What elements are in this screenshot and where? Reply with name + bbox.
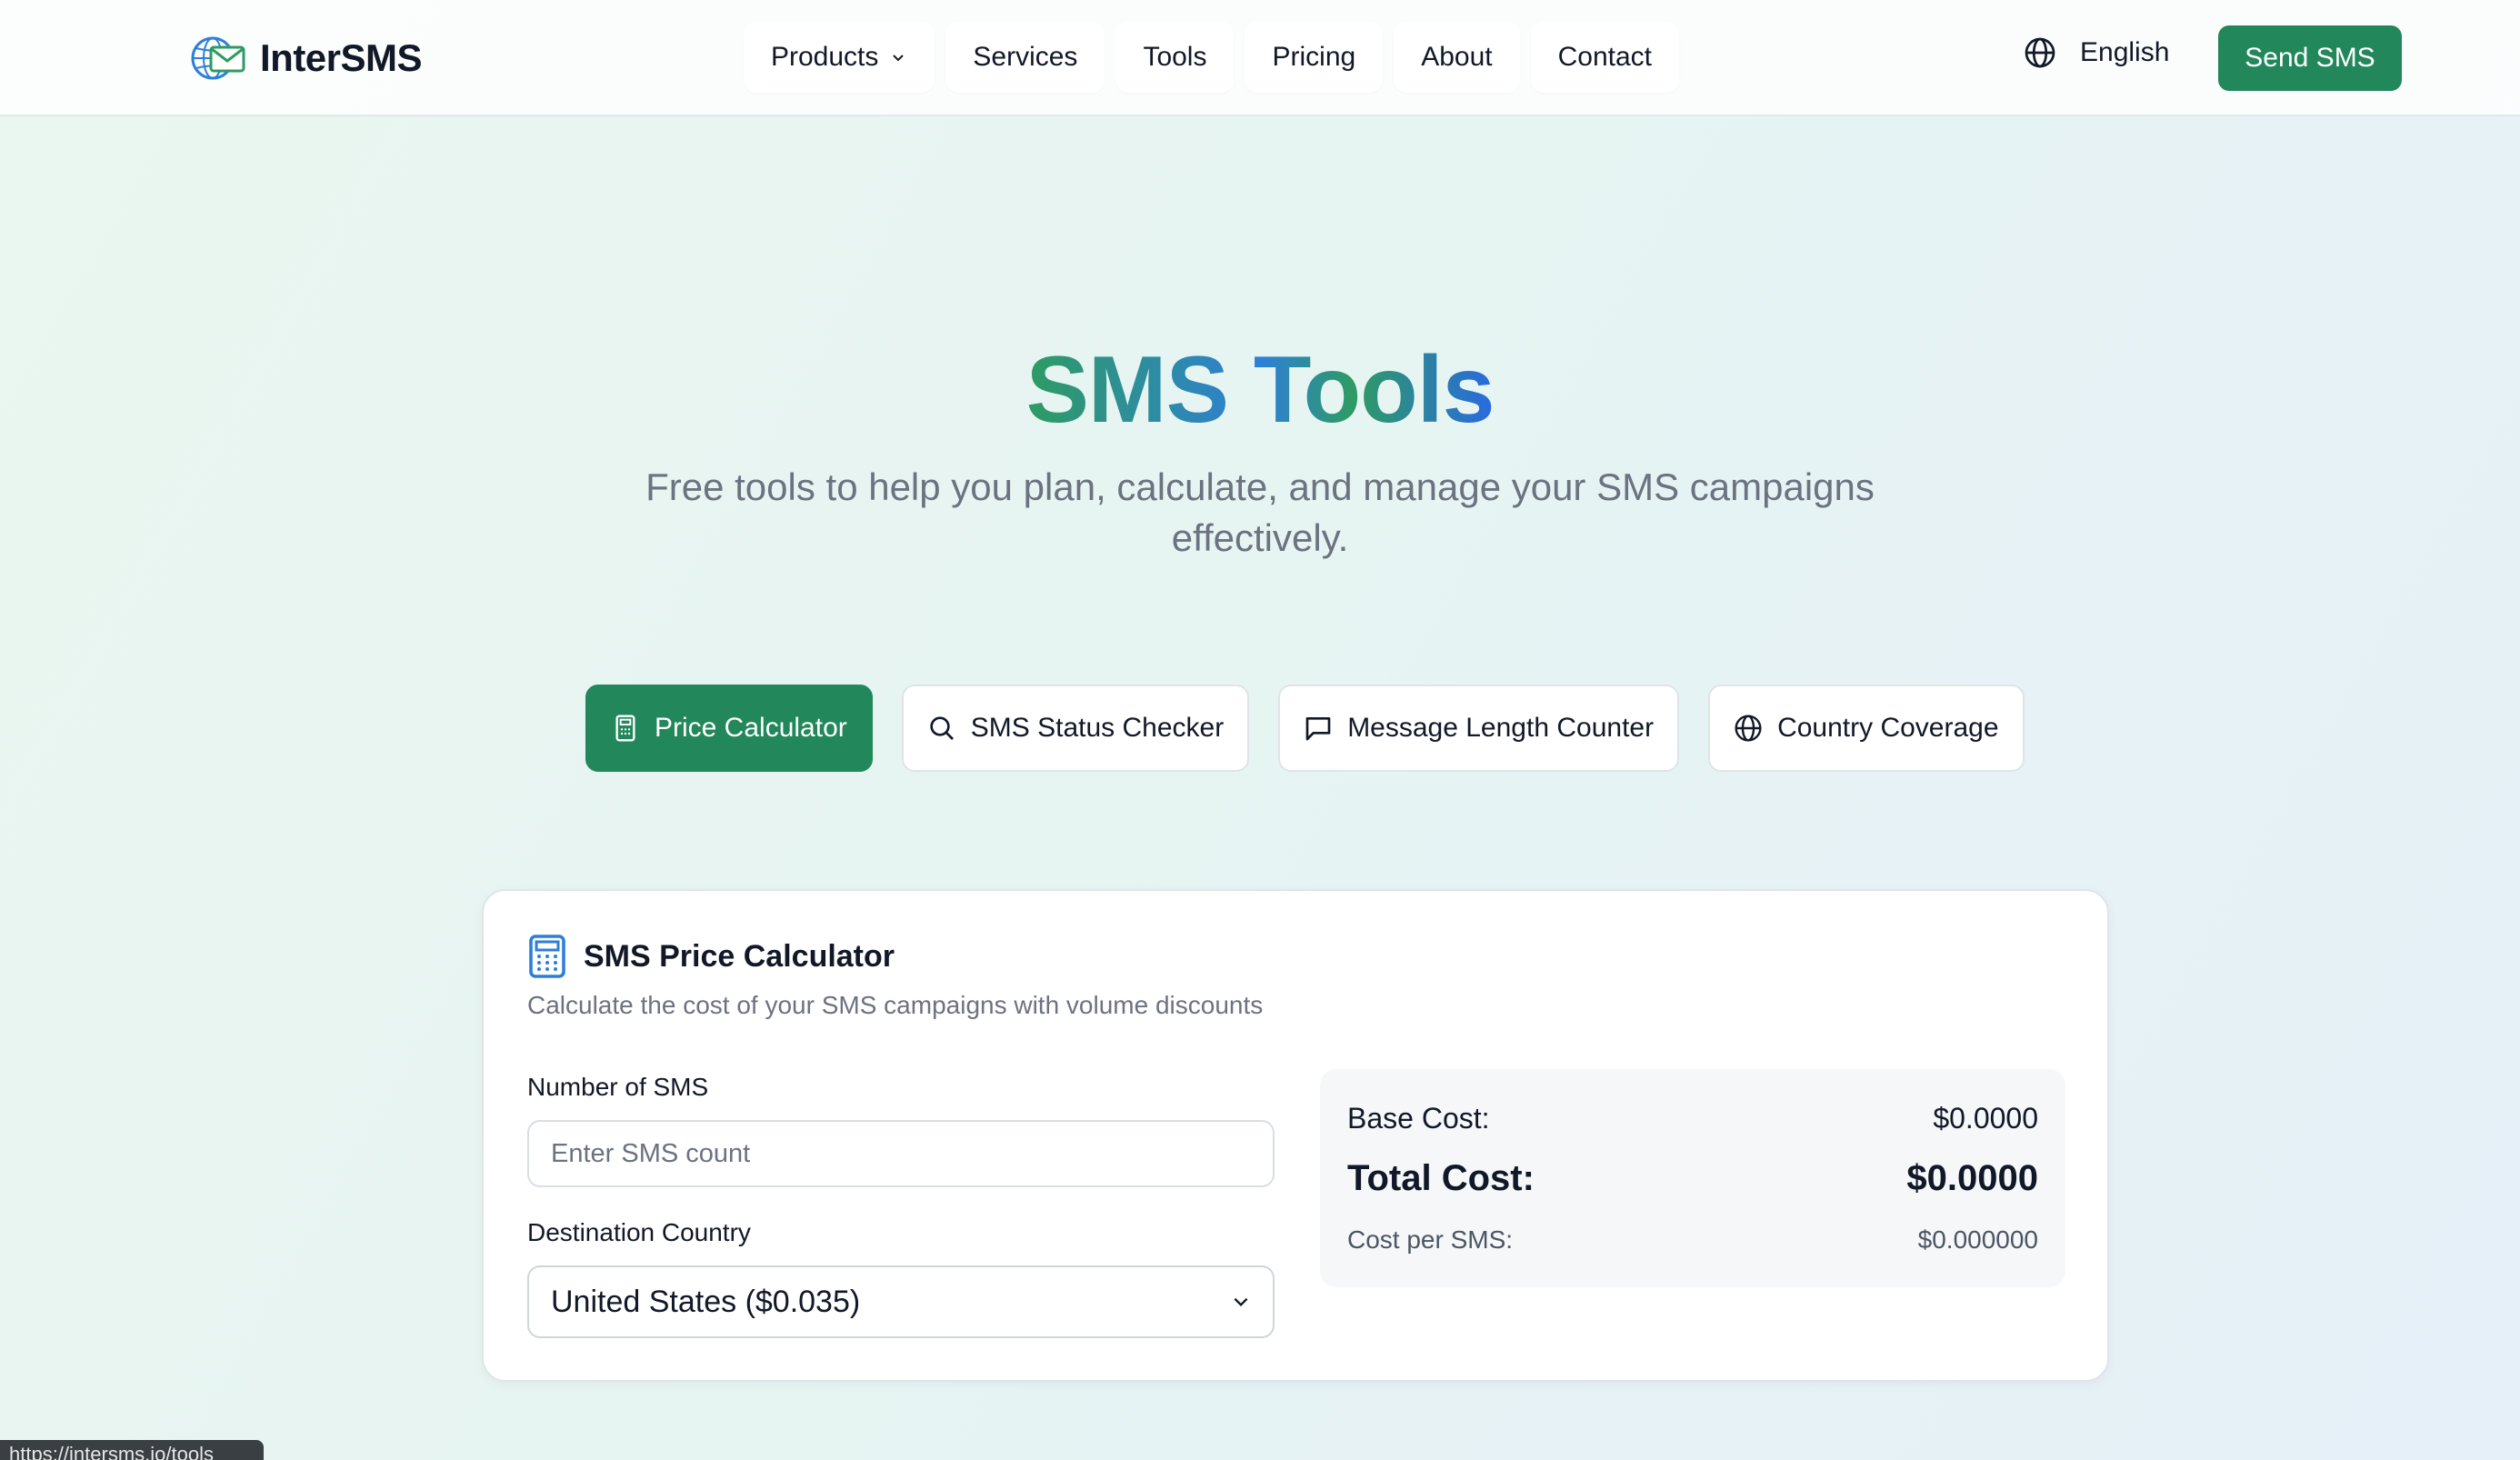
- nav-tools-label: Tools: [1143, 42, 1207, 72]
- tab-country-coverage-label: Country Coverage: [1777, 713, 1999, 743]
- message-icon: [1305, 717, 1331, 741]
- nav-pricing-label: Pricing: [1272, 42, 1356, 72]
- nav-about-label: About: [1421, 42, 1493, 72]
- destination-country-value: United States ($0.035): [551, 1284, 861, 1319]
- tools-tab-bar: Price Calculator SMS Status Checker Mess…: [585, 685, 2025, 772]
- send-sms-button[interactable]: Send SMS: [2218, 25, 2402, 91]
- globe-icon: [1735, 715, 1762, 742]
- globe-icon: [2025, 37, 2055, 68]
- nav-products-label: Products: [771, 42, 879, 72]
- destination-country-select[interactable]: United States ($0.035): [527, 1265, 1275, 1338]
- nav-products[interactable]: Products: [744, 22, 935, 93]
- total-cost-value: $0.0000: [1906, 1158, 2038, 1198]
- sms-count-input[interactable]: [527, 1120, 1275, 1187]
- tab-message-length-counter[interactable]: Message Length Counter: [1278, 685, 1680, 772]
- calculator-icon: [529, 935, 565, 978]
- card-description: Calculate the cost of your SMS campaigns…: [527, 991, 1264, 1019]
- globe-envelope-icon: [191, 36, 245, 80]
- page-subtitle: Free tools to help you plan, calculate, …: [645, 465, 1875, 559]
- price-calculator-card: SMS Price Calculator Calculate the cost …: [482, 889, 2109, 1382]
- chevron-down-icon: [893, 55, 905, 62]
- card-header: SMS Price Calculator: [527, 935, 895, 978]
- tab-price-calculator-label: Price Calculator: [655, 713, 847, 743]
- base-cost-value: $0.0000: [1933, 1102, 2038, 1135]
- per-sms-cost-value: $0.000000: [1917, 1225, 2038, 1254]
- page-title-text: SMS Tools: [1025, 337, 1495, 443]
- tab-message-length-counter-label: Message Length Counter: [1347, 713, 1655, 743]
- tab-price-calculator[interactable]: Price Calculator: [585, 685, 873, 772]
- total-cost-row: Total Cost: $0.0000: [1347, 1158, 2038, 1199]
- nav-tools[interactable]: Tools: [1115, 22, 1235, 93]
- nav-services-label: Services: [973, 42, 1078, 72]
- nav-services[interactable]: Services: [945, 22, 1105, 93]
- sms-count-label: Number of SMS: [527, 1073, 709, 1101]
- page-title: SMS Tools: [0, 336, 2520, 445]
- cost-summary-panel: Base Cost: $0.0000 Total Cost: $0.0000 C…: [1320, 1069, 2065, 1287]
- total-cost-label: Total Cost:: [1347, 1158, 1535, 1198]
- brand-logo-link[interactable]: InterSMS: [189, 33, 423, 84]
- language-selector[interactable]: English: [2024, 36, 2169, 69]
- base-cost-row: Base Cost: $0.0000: [1347, 1102, 2038, 1135]
- calculator-icon: [615, 715, 635, 742]
- link-preview-statusbar: https://intersms.io/tools: [0, 1440, 264, 1460]
- base-cost-label: Base Cost:: [1347, 1102, 1490, 1135]
- language-label: English: [2080, 37, 2170, 67]
- per-sms-cost-row: Cost per SMS: $0.000000: [1347, 1225, 2038, 1255]
- top-navbar: InterSMS Products Services Tools Pricing…: [0, 0, 2520, 116]
- card-title: SMS Price Calculator: [584, 938, 895, 974]
- nav-pricing[interactable]: Pricing: [1245, 22, 1384, 93]
- tab-sms-status-checker-label: SMS Status Checker: [970, 713, 1225, 743]
- nav-contact[interactable]: Contact: [1530, 22, 1679, 93]
- search-icon: [930, 716, 954, 740]
- destination-country-label: Destination Country: [527, 1218, 751, 1246]
- main-menu: Products Services Tools Pricing About Co…: [744, 22, 1679, 93]
- nav-about[interactable]: About: [1394, 22, 1520, 93]
- chevron-down-icon: [1234, 1297, 1248, 1307]
- tab-sms-status-checker[interactable]: SMS Status Checker: [901, 685, 1250, 772]
- per-sms-cost-label: Cost per SMS:: [1347, 1225, 1514, 1254]
- tab-country-coverage[interactable]: Country Coverage: [1708, 685, 2025, 772]
- nav-contact-label: Contact: [1557, 42, 1652, 72]
- brand-name: InterSMS: [260, 36, 423, 79]
